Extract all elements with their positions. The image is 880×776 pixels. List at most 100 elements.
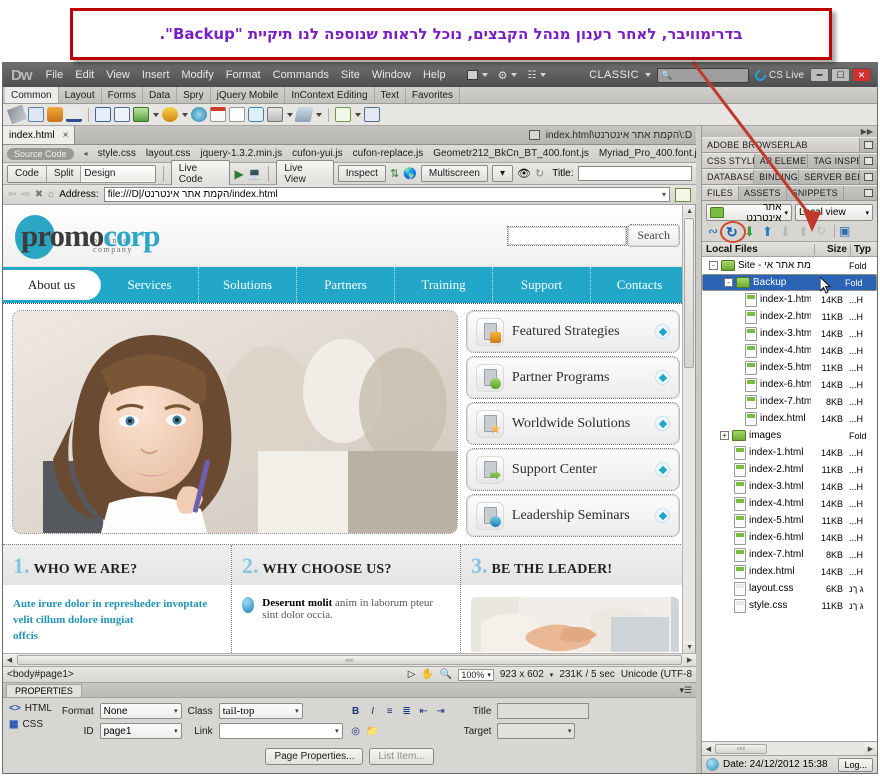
nav-item-contacts[interactable]: Contacts [591, 267, 689, 303]
menu-window[interactable]: Window [366, 66, 417, 84]
tag-chooser-icon[interactable] [364, 107, 380, 122]
related-file-geometr[interactable]: Geometr212_BkCn_BT_400.font.js [433, 148, 589, 159]
code-view-button[interactable]: Code [8, 165, 47, 182]
files-scroll-thumb[interactable]: ▫▫▫ [715, 743, 767, 754]
help-search-input[interactable]: 🔍 [656, 67, 749, 83]
home-icon[interactable]: ⌂ [48, 189, 54, 200]
preview-globe-icon[interactable]: 🌎 [403, 167, 417, 180]
panel-tab-tag-inspector[interactable]: TAG INSPEC [808, 154, 860, 168]
menu-view[interactable]: View [100, 66, 136, 84]
chevron-right-icon[interactable] [655, 462, 670, 477]
column-header-size[interactable]: Size [815, 243, 851, 255]
files-list[interactable]: -Site - הקמת אתר אי...Fold-BackupFoldind… [702, 257, 877, 741]
chevron-right-icon[interactable] [655, 416, 670, 431]
file-row[interactable]: index-1.html 14KB ...H [702, 444, 877, 461]
close-button[interactable]: ✕ [852, 68, 871, 82]
nav-item-services[interactable]: Services [101, 267, 199, 303]
file-row[interactable]: style.css 11KB ג ךנ [702, 597, 877, 614]
insert-div-icon[interactable] [114, 107, 130, 122]
check-in-icon[interactable]: ⬆ [798, 224, 812, 239]
panel-options-icon[interactable] [860, 170, 877, 184]
menu-help[interactable]: Help [417, 66, 452, 84]
menu-site[interactable]: Site [335, 66, 366, 84]
insert-tab-data[interactable]: Data [143, 87, 178, 103]
insert-tab-favorites[interactable]: Favorites [406, 87, 460, 103]
css-mode-button[interactable]: ▦ CSS [9, 719, 52, 730]
restore-button[interactable]: ☐ [831, 68, 850, 82]
zoom-level-select[interactable]: 100% ▾ [458, 668, 494, 681]
nav-item-about-us[interactable]: About us [3, 270, 101, 300]
column-header-local-files[interactable]: Local Files [702, 243, 815, 255]
view-select[interactable]: Local view ▾ [795, 204, 873, 221]
widget-icon[interactable] [191, 107, 207, 122]
table-icon[interactable] [95, 107, 111, 122]
hand-tool-icon[interactable]: ✋ [421, 669, 433, 680]
panel-tab-ap-elements[interactable]: AP ELEMENT [755, 154, 809, 168]
templates-caret-icon[interactable] [355, 112, 361, 117]
script-caret-icon[interactable] [316, 112, 322, 117]
design-view-horizontal-scrollbar[interactable]: ◀ ▫▫▫ ▶ [3, 653, 697, 666]
synchronize-icon[interactable]: ↻ [816, 224, 830, 238]
files-scroll-left-icon[interactable]: ◀ [702, 742, 715, 755]
browser-navigation-icon[interactable] [675, 187, 692, 202]
properties-options-icon[interactable]: ▾☰ [679, 685, 696, 696]
nav-item-support[interactable]: Support [493, 267, 591, 303]
email-link-icon[interactable] [28, 107, 44, 122]
html-mode-button[interactable]: <> HTML [9, 703, 52, 714]
templates-icon[interactable] [335, 107, 351, 122]
check-out-icon[interactable]: ⬇ [780, 224, 794, 239]
panel-tab-css-styles[interactable]: CSS STYLES [702, 154, 755, 168]
minimize-button[interactable]: ━ [810, 68, 829, 82]
file-row[interactable]: index-1.html 14KB ...H [702, 291, 877, 308]
comment-icon[interactable] [248, 107, 264, 122]
files-scroll-right-icon[interactable]: ▶ [864, 742, 877, 755]
italic-button[interactable]: I [366, 704, 380, 718]
log-button[interactable]: Log... [838, 757, 873, 772]
site-search-input[interactable] [507, 225, 628, 246]
side-item-featured-strategies[interactable]: Featured Strategies [465, 310, 681, 353]
get-files-icon[interactable]: ⬇ [744, 224, 758, 239]
media-icon[interactable] [162, 107, 178, 122]
scroll-thumb-h[interactable]: ▫▫▫ [17, 655, 683, 665]
nav-item-solutions[interactable]: Solutions [199, 267, 297, 303]
design-view-button[interactable]: Design [81, 165, 155, 182]
stop-icon[interactable]: ✖ [35, 189, 43, 200]
source-code-button[interactable]: Source Code [7, 147, 74, 160]
date-icon[interactable] [210, 107, 226, 122]
file-row[interactable]: index-7.html 8KB ...H [702, 546, 877, 563]
ordered-list-icon[interactable]: ≣ [400, 704, 414, 718]
live-code-button[interactable]: Live Code [170, 159, 231, 188]
file-row[interactable]: index-3.html 14KB ...H [702, 325, 877, 342]
window-size[interactable]: 923 x 602 [500, 669, 544, 680]
related-scroll-left-icon[interactable]: ◂ [84, 149, 88, 158]
tag-selector[interactable]: <body#page1> [7, 669, 74, 680]
insert-tab-incontext-editing[interactable]: InContext Editing [285, 87, 375, 103]
file-row[interactable]: index-2.html 11KB ...H [702, 461, 877, 478]
split-view-button[interactable]: Split [46, 165, 82, 182]
expand-icon[interactable]: + [720, 431, 729, 440]
column-header-type[interactable]: Typ [851, 244, 877, 255]
workspace-caret-icon[interactable] [644, 73, 651, 77]
browse-folder-icon[interactable]: 📁 [366, 724, 380, 738]
page-title-input[interactable] [577, 166, 693, 181]
expand-icon[interactable]: ▣ [839, 224, 853, 238]
scroll-up-icon[interactable]: ▲ [683, 205, 696, 217]
panel-tab-server-behaviors[interactable]: SERVER BEHA [799, 170, 860, 184]
document-tab-index-html[interactable]: index.html × [3, 126, 76, 144]
live-view-browser-icon[interactable]: 💻 [248, 167, 262, 180]
menu-file[interactable]: File [40, 66, 70, 84]
image-caret-icon[interactable] [153, 112, 159, 117]
related-file-jquery[interactable]: jquery-1.3.2.min.js [200, 148, 282, 159]
workspace-switcher[interactable]: CLASSIC [589, 69, 643, 81]
script-icon[interactable] [294, 107, 314, 122]
nav-item-training[interactable]: Training [395, 267, 493, 303]
extend-gear-icon[interactable]: ⚙ [493, 68, 523, 83]
collapse-icon[interactable]: - [724, 278, 733, 287]
chevron-right-icon[interactable] [655, 324, 670, 339]
related-file-myriad[interactable]: Myriad_Pro_400.font.js [599, 148, 696, 159]
nav-item-partners[interactable]: Partners [297, 267, 395, 303]
menu-edit[interactable]: Edit [69, 66, 100, 84]
insert-tab-jquery-mobile[interactable]: jQuery Mobile [211, 87, 286, 103]
scroll-left-icon[interactable]: ◀ [3, 654, 16, 666]
side-item-leadership-seminars[interactable]: Leadership Seminars [465, 494, 681, 537]
